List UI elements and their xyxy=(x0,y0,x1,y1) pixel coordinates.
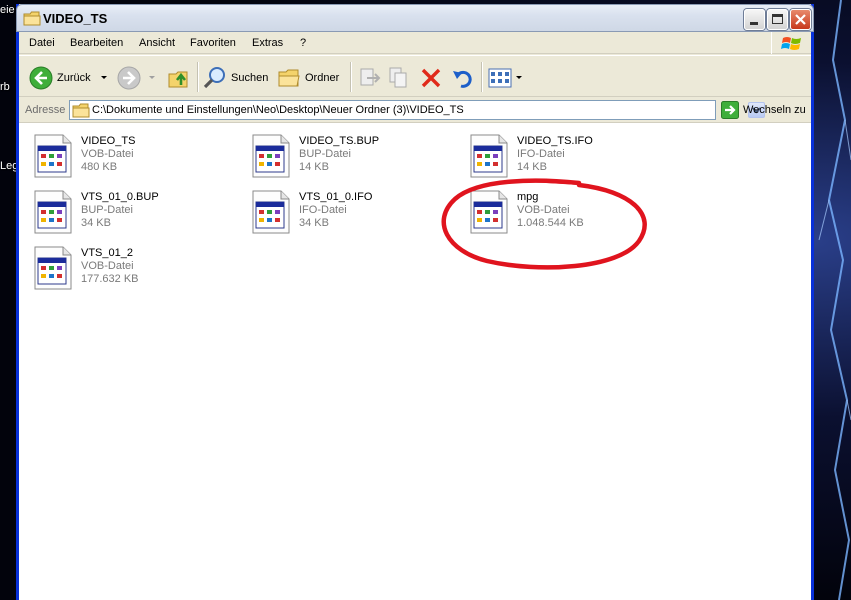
search-label: Suchen xyxy=(231,72,269,84)
windows-logo xyxy=(771,32,809,54)
menu-datei[interactable]: Datei xyxy=(29,37,55,49)
copy-to-button[interactable] xyxy=(387,66,411,90)
file-type: BUP-Datei xyxy=(299,148,351,160)
forward-button[interactable] xyxy=(117,66,157,90)
go-arrow-icon xyxy=(721,101,739,119)
file-size: 177.632 KB xyxy=(81,273,139,285)
move-to-button[interactable] xyxy=(357,66,381,90)
back-arrow-icon xyxy=(29,66,53,90)
up-folder-icon xyxy=(168,71,188,88)
up-folder-button[interactable] xyxy=(167,66,191,90)
address-folder-icon xyxy=(72,103,90,118)
file-name: VIDEO_TS xyxy=(81,135,136,147)
close-button[interactable] xyxy=(790,9,811,30)
file-name: VTS_01_0.BUP xyxy=(81,191,159,203)
file-type: VOB-Datei xyxy=(81,148,134,160)
file-name: VIDEO_TS.BUP xyxy=(299,135,380,147)
dvd-file-icon xyxy=(252,190,290,234)
window-title: VIDEO_TS xyxy=(43,11,108,26)
windows-flag-icon xyxy=(781,37,801,50)
dvd-file-icon xyxy=(470,190,508,234)
back-label: Zurück xyxy=(57,72,91,84)
address-label: Adresse xyxy=(25,104,66,116)
search-button[interactable]: Suchen xyxy=(203,66,268,90)
delete-button[interactable] xyxy=(419,66,443,90)
menu-help[interactable]: ? xyxy=(300,37,306,49)
menu-bar: Datei Bearbeiten Ansicht Favoriten Extra… xyxy=(19,32,811,54)
file-size: 34 KB xyxy=(81,217,111,229)
dvd-file-icon xyxy=(34,246,72,290)
folders-button[interactable]: Ordner xyxy=(277,66,339,90)
desktop-wallpaper-lightning xyxy=(818,0,851,600)
delete-x-icon xyxy=(421,68,441,88)
copy-to-icon xyxy=(389,67,407,88)
menu-extras[interactable]: Extras xyxy=(252,37,283,49)
address-bar: Adresse C:\Dokumente und Einstellungen\N… xyxy=(19,97,811,123)
file-item[interactable]: VTS_01_2 VOB-Datei 177.632 KB xyxy=(21,241,231,293)
file-size: 14 KB xyxy=(299,161,329,173)
file-type: VOB-Datei xyxy=(517,204,570,216)
menu-ansicht[interactable]: Ansicht xyxy=(139,37,175,49)
move-to-icon xyxy=(360,68,381,86)
title-bar[interactable]: VIDEO_TS xyxy=(16,4,814,32)
file-item[interactable]: mpg VOB-Datei 1.048.544 KB xyxy=(457,185,667,237)
folder-icon xyxy=(23,11,41,26)
views-dropdown-icon[interactable] xyxy=(514,74,524,82)
file-size: 1.048.544 KB xyxy=(517,217,584,229)
views-button[interactable] xyxy=(488,66,524,90)
close-icon xyxy=(795,14,806,25)
file-name: VIDEO_TS.IFO xyxy=(517,135,593,147)
folders-icon xyxy=(278,69,300,87)
file-item[interactable]: VTS_01_0.BUP BUP-Datei 34 KB xyxy=(21,185,231,237)
dvd-file-icon xyxy=(252,134,290,178)
file-list-view[interactable]: VIDEO_TS VOB-Datei 480 KB VIDEO_TS.BUP B… xyxy=(19,123,811,600)
desktop-label-1: eie xyxy=(0,4,15,16)
maximize-icon xyxy=(772,14,783,24)
go-label: Wechseln zu xyxy=(743,104,806,116)
minimize-button[interactable] xyxy=(744,9,765,30)
standard-toolbar: Zurück Suchen Ordner xyxy=(19,55,811,97)
file-name: VTS_01_2 xyxy=(81,247,133,259)
forward-arrow-icon xyxy=(117,66,141,90)
go-button[interactable]: Wechseln zu xyxy=(721,101,806,119)
minimize-icon xyxy=(750,22,758,25)
address-input[interactable]: C:\Dokumente und Einstellungen\Neo\Deskt… xyxy=(69,100,765,120)
file-size: 480 KB xyxy=(81,161,118,173)
file-type: IFO-Datei xyxy=(517,148,565,160)
back-button[interactable]: Zurück xyxy=(29,66,109,90)
back-dropdown-icon[interactable] xyxy=(99,74,109,82)
file-item[interactable]: VIDEO_TS.IFO IFO-Datei 14 KB xyxy=(457,129,667,181)
file-type: BUP-Datei xyxy=(81,204,133,216)
maximize-button[interactable] xyxy=(767,9,788,30)
menu-favoriten[interactable]: Favoriten xyxy=(190,37,236,49)
folders-label: Ordner xyxy=(305,72,340,84)
search-icon xyxy=(203,67,225,89)
dvd-file-icon xyxy=(34,134,72,178)
file-type: VOB-Datei xyxy=(81,260,134,272)
explorer-window: VIDEO_TS Datei Bearbeiten Ansicht Favori… xyxy=(16,4,814,600)
file-item[interactable]: VIDEO_TS VOB-Datei 480 KB xyxy=(21,129,231,181)
file-item[interactable]: VTS_01_0.IFO IFO-Datei 34 KB xyxy=(239,185,449,237)
desktop-label-2: rb xyxy=(0,81,10,93)
forward-dropdown-icon[interactable] xyxy=(147,74,157,82)
dvd-file-icon xyxy=(34,190,72,234)
file-size: 14 KB xyxy=(517,161,547,173)
file-item[interactable]: VIDEO_TS.BUP BUP-Datei 14 KB xyxy=(239,129,449,181)
file-type: IFO-Datei xyxy=(299,204,347,216)
file-size: 34 KB xyxy=(299,217,329,229)
undo-icon xyxy=(453,70,472,88)
views-grid-icon xyxy=(488,68,512,88)
file-name: mpg xyxy=(517,191,539,203)
menu-bearbeiten[interactable]: Bearbeiten xyxy=(70,37,123,49)
undo-button[interactable] xyxy=(451,66,475,90)
dvd-file-icon xyxy=(470,134,508,178)
file-name: VTS_01_0.IFO xyxy=(299,191,373,203)
address-path: C:\Dokumente und Einstellungen\Neo\Deskt… xyxy=(92,104,464,116)
